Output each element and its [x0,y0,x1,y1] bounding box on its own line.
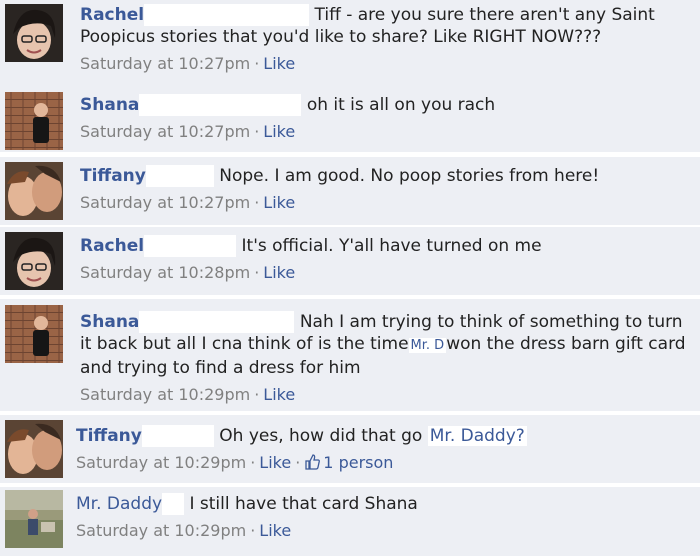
like-link[interactable]: Like [263,385,295,404]
likes-count-link[interactable]: 1 person [323,453,393,472]
comment-body: Shana oh it is all on you rach Saturday … [80,94,692,143]
comment-body: Mr. Daddy I still have that card Shana S… [76,493,692,542]
timestamp[interactable]: Saturday at 10:27pm [80,122,250,141]
comment-content: Tiffany Oh yes, how did that go Mr. Dadd… [76,425,692,447]
mention-tag[interactable]: Mr. D [408,338,447,353]
comment-content: Mr. Daddy I still have that card Shana [76,493,692,515]
separator: · [250,453,256,472]
comment-text: oh it is all on you rach [306,95,496,115]
profile-photo-icon [5,92,63,150]
comment-content: Shana Nah I am trying to think of someth… [80,311,692,379]
author-name[interactable]: Tiffany [76,426,142,446]
comment: Mr. Daddy I still have that card Shana S… [0,487,700,556]
separator: · [254,385,260,404]
redaction [162,493,185,515]
avatar[interactable] [5,305,63,363]
comment-meta: Saturday at 10:29pm · Like [76,520,692,542]
comment: Rachel It's official. Y'all have turned … [0,227,700,295]
author-name[interactable]: Mr. Daddy [76,494,162,514]
author-name[interactable]: Shana [80,312,139,332]
comment-thread: Rachel Tiff - are you sure there aren't … [0,0,700,556]
like-link[interactable]: Like [263,263,295,282]
redaction [144,235,237,257]
timestamp[interactable]: Saturday at 10:29pm [76,453,246,472]
thumbs-up-icon[interactable] [304,454,321,470]
comment-meta: Saturday at 10:27pm · Like [80,53,692,75]
profile-photo-icon [5,305,63,363]
author-name[interactable]: Rachel [80,5,144,25]
comment-content: Shana oh it is all on you rach [80,94,692,116]
profile-photo-icon [5,420,63,478]
comment-body: Tiffany Nope. I am good. No poop stories… [80,165,692,214]
profile-photo-icon [5,162,63,220]
separator: · [254,122,260,141]
timestamp[interactable]: Saturday at 10:27pm [80,193,250,212]
comment-content: Tiffany Nope. I am good. No poop stories… [80,165,692,187]
avatar[interactable] [5,92,63,150]
comment-meta: Saturday at 10:29pm · Like · 1 person [76,452,692,474]
like-link[interactable]: Like [259,521,291,540]
comment-meta: Saturday at 10:28pm · Like [80,262,692,284]
separator: · [254,193,260,212]
comment-body: Rachel Tiff - are you sure there aren't … [80,4,692,75]
timestamp[interactable]: Saturday at 10:27pm [80,54,250,73]
avatar[interactable] [5,490,63,548]
separator: · [295,453,301,472]
like-link[interactable]: Like [259,453,291,472]
separator: · [254,263,260,282]
comment: Rachel Tiff - are you sure there aren't … [0,0,700,86]
separator: · [250,521,256,540]
comment-text: It's official. Y'all have turned on me [241,236,542,256]
comment-body: Rachel It's official. Y'all have turned … [80,235,692,284]
redaction [141,425,214,447]
comment-text: I still have that card Shana [189,494,418,514]
like-link[interactable]: Like [263,54,295,73]
comment-body: Tiffany Oh yes, how did that go Mr. Dadd… [76,425,692,474]
redaction [145,165,214,187]
comment-content: Rachel Tiff - are you sure there aren't … [80,4,692,48]
comment-body: Shana Nah I am trying to think of someth… [80,311,692,406]
avatar[interactable] [5,162,63,220]
comment-text: Nope. I am good. No poop stories from he… [219,166,600,186]
author-name[interactable]: Tiffany [80,166,146,186]
redaction [139,311,295,333]
redaction [144,4,310,26]
avatar[interactable] [5,4,63,62]
profile-photo-icon [5,232,63,290]
profile-photo-icon [5,4,63,62]
comment: Tiffany Oh yes, how did that go Mr. Dadd… [0,415,700,483]
comment: Tiffany Nope. I am good. No poop stories… [0,157,700,225]
timestamp[interactable]: Saturday at 10:28pm [80,263,250,282]
comment: Shana Nah I am trying to think of someth… [0,299,700,411]
separator: · [254,54,260,73]
profile-photo-icon [5,490,63,548]
timestamp[interactable]: Saturday at 10:29pm [80,385,250,404]
author-name[interactable]: Shana [80,95,139,115]
comment-content: Rachel It's official. Y'all have turned … [80,235,692,257]
avatar[interactable] [5,420,63,478]
like-link[interactable]: Like [263,122,295,141]
author-name[interactable]: Rachel [80,236,144,256]
comment-meta: Saturday at 10:27pm · Like [80,192,692,214]
comment-text: Oh yes, how did that go [219,426,423,446]
comment: Shana oh it is all on you rach Saturday … [0,86,700,152]
comment-meta: Saturday at 10:27pm · Like [80,121,692,143]
comment-meta: Saturday at 10:29pm · Like [80,384,692,406]
mention-tag[interactable]: Mr. Daddy? [427,426,527,446]
redaction [139,94,302,116]
avatar[interactable] [5,232,63,290]
timestamp[interactable]: Saturday at 10:29pm [76,521,246,540]
like-link[interactable]: Like [263,193,295,212]
